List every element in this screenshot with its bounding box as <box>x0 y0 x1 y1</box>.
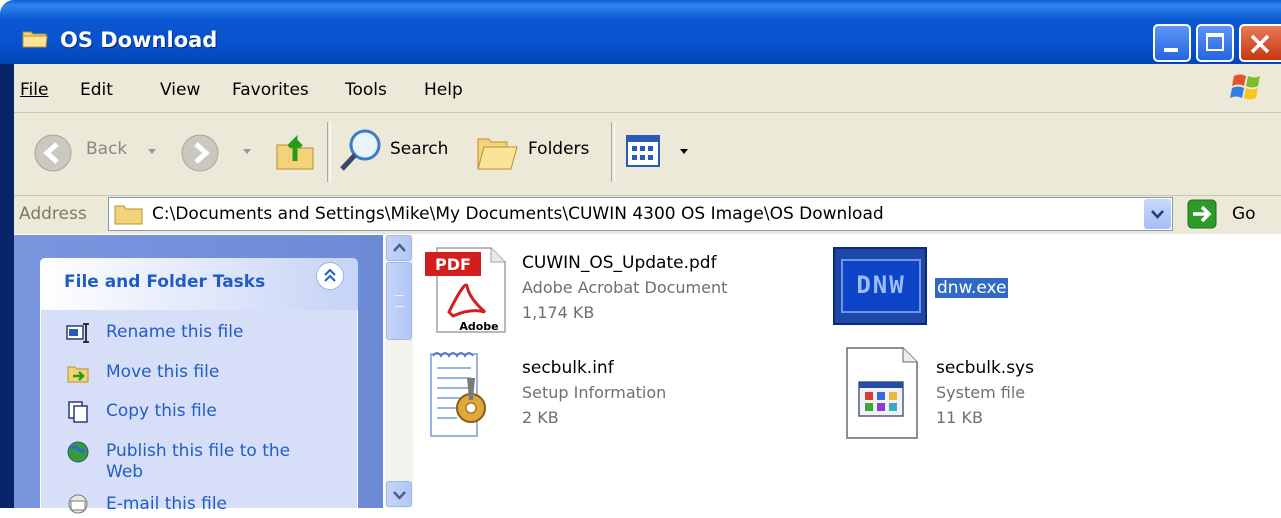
file-type: System file <box>936 383 1026 402</box>
scrollbar-thumb[interactable] <box>386 262 412 340</box>
folder-icon <box>114 205 143 225</box>
file-name[interactable]: secbulk.inf <box>522 358 614 378</box>
back-dropdown-icon[interactable] <box>148 149 156 154</box>
address-label: Address <box>19 204 87 224</box>
forward-dropdown-icon[interactable] <box>243 149 251 154</box>
collapse-button[interactable] <box>316 262 344 290</box>
address-path[interactable]: C:\Documents and Settings\Mike\My Docume… <box>152 204 884 224</box>
dnw-exe-icon[interactable]: DNW <box>833 247 927 325</box>
setup-info-icon[interactable] <box>427 348 491 440</box>
close-button[interactable] <box>1239 24 1281 62</box>
task-publish-file-line2[interactable]: Web <box>106 462 143 482</box>
address-dropdown-button[interactable] <box>1144 199 1171 229</box>
svg-text:Adobe: Adobe <box>459 320 498 333</box>
maximize-icon <box>1206 33 1224 51</box>
forward-arrow-icon[interactable] <box>180 133 220 173</box>
task-panel-title[interactable]: File and Folder Tasks <box>64 272 265 292</box>
up-folder-icon[interactable] <box>273 127 319 173</box>
toolbar-separator <box>327 122 331 182</box>
chevron-up-icon <box>393 243 406 252</box>
minimize-button[interactable] <box>1153 24 1191 62</box>
views-icon[interactable] <box>626 135 660 167</box>
search-button[interactable]: Search <box>390 139 448 159</box>
toolbar-separator <box>611 122 615 182</box>
maximize-button[interactable] <box>1196 24 1234 62</box>
task-rename-file[interactable]: Rename this file <box>106 322 243 342</box>
file-size: 2 KB <box>522 408 559 427</box>
file-name[interactable]: CUWIN_OS_Update.pdf <box>522 253 717 273</box>
folders-button[interactable]: Folders <box>528 139 589 159</box>
close-icon <box>1250 34 1270 54</box>
task-copy-file[interactable]: Copy this file <box>106 401 217 421</box>
folder-icon <box>22 31 48 48</box>
chevron-down-icon <box>1151 210 1164 219</box>
menu-view[interactable]: View <box>160 80 200 100</box>
menu-bar <box>14 64 1281 113</box>
task-publish-file[interactable]: Publish this file to the <box>106 441 290 461</box>
svg-text:PDF: PDF <box>435 255 471 274</box>
menu-edit[interactable]: Edit <box>80 80 113 100</box>
minimize-icon <box>1164 48 1178 52</box>
file-name-selected[interactable]: dnw.exe <box>935 278 1009 298</box>
file-size: 11 KB <box>936 408 983 427</box>
chevron-double-up-icon <box>324 268 336 282</box>
go-button[interactable]: Go <box>1232 204 1256 224</box>
windows-logo-icon <box>1230 74 1260 100</box>
rename-icon <box>66 323 89 343</box>
scroll-down-button[interactable] <box>386 481 412 507</box>
menu-favorites[interactable]: Favorites <box>232 80 309 100</box>
file-name[interactable]: secbulk.sys <box>936 358 1034 378</box>
window-title: OS Download <box>60 28 218 52</box>
dnw-icon-label: DNW <box>856 271 906 299</box>
search-icon[interactable] <box>338 127 384 175</box>
move-icon <box>67 366 89 383</box>
back-arrow-icon[interactable] <box>33 133 73 173</box>
menu-help[interactable]: Help <box>424 80 463 100</box>
chevron-down-icon <box>393 491 406 500</box>
email-icon <box>68 494 88 514</box>
file-type: Adobe Acrobat Document <box>522 278 728 297</box>
thumb-grip <box>395 295 404 307</box>
task-email-file[interactable]: E-mail this file <box>106 494 227 514</box>
pdf-icon[interactable]: PDF Adobe <box>423 246 513 336</box>
menu-tools[interactable]: Tools <box>345 80 387 100</box>
go-arrow-icon[interactable] <box>1187 199 1217 229</box>
scroll-up-button[interactable] <box>386 235 412 261</box>
file-type: Setup Information <box>522 383 667 402</box>
folders-icon[interactable] <box>475 131 521 173</box>
menu-file[interactable]: File <box>20 80 48 100</box>
copy-icon <box>68 401 88 423</box>
file-size: 1,174 KB <box>522 303 595 322</box>
back-button[interactable]: Back <box>86 139 127 159</box>
publish-icon <box>67 441 89 463</box>
window-border <box>0 64 14 508</box>
system-file-icon[interactable] <box>845 346 921 440</box>
views-dropdown-icon[interactable] <box>680 149 688 154</box>
task-move-file[interactable]: Move this file <box>106 362 219 382</box>
